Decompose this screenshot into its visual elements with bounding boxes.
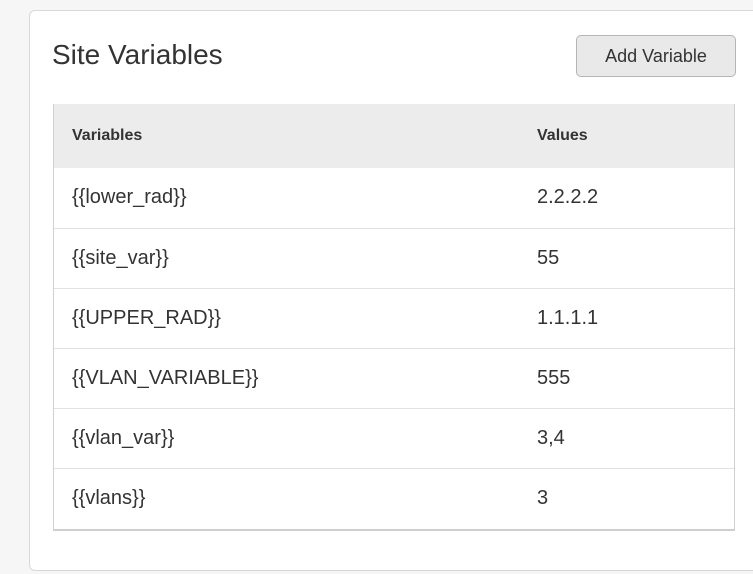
variable-name-cell: {{site_var}} [72, 246, 169, 269]
table-row[interactable]: {{UPPER_RAD}} 1.1.1.1 [54, 288, 734, 348]
variable-name-cell: {{VLAN_VARIABLE}} [72, 366, 259, 389]
variable-value-cell: 2.2.2.2 [537, 186, 599, 209]
variable-name-cell: {{vlan_var}} [72, 426, 175, 449]
variable-name-cell: {{UPPER_RAD}} [72, 306, 221, 329]
variable-value-cell: 1.1.1.1 [537, 306, 599, 329]
table-header-row: Variables Values [54, 104, 734, 168]
variables-column-header[interactable]: Variables [54, 104, 537, 168]
table-row[interactable]: {{vlans}} 3 [54, 468, 734, 528]
table-row[interactable]: {{VLAN_VARIABLE}} 555 [54, 348, 734, 408]
variables-table: Variables Values {{lower_rad}} 2.2.2.2 {… [53, 104, 735, 531]
variable-name-cell: {{lower_rad}} [72, 186, 187, 209]
variable-value-cell: 55 [537, 246, 560, 269]
panel-title: Site Variables [52, 39, 223, 70]
table-row[interactable]: {{lower_rad}} 2.2.2.2 [54, 168, 734, 228]
variable-name-cell: {{vlans}} [72, 486, 146, 509]
site-variables-panel: Site Variables Add Variable Variables Va… [29, 10, 753, 571]
variable-value-cell: 3,4 [537, 426, 565, 449]
table-row[interactable]: {{vlan_var}} 3,4 [54, 408, 734, 468]
variable-value-cell: 555 [537, 366, 571, 389]
variable-value-cell: 3 [537, 486, 549, 509]
table-row[interactable]: {{site_var}} 55 [54, 228, 734, 288]
add-variable-button[interactable]: Add Variable [576, 35, 736, 77]
values-column-header[interactable]: Values [537, 104, 734, 168]
